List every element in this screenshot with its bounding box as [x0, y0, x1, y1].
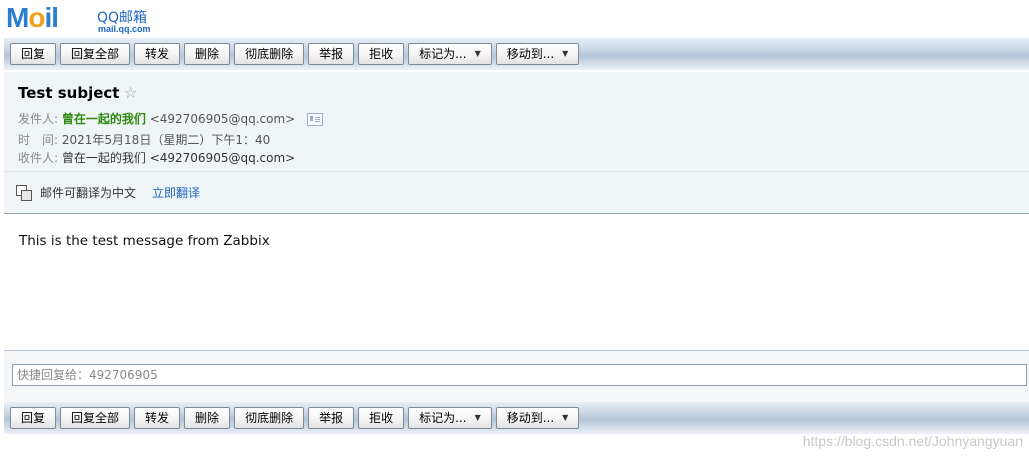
report-button[interactable]: 举报	[308, 407, 355, 429]
translate-text: 邮件可翻译为中文	[40, 186, 137, 200]
chevron-down-icon: ▼	[474, 413, 481, 422]
message-subject: Test subject ☆	[18, 83, 138, 102]
star-icon[interactable]: ☆	[123, 83, 137, 102]
reply-button[interactable]: 回复	[10, 407, 57, 429]
forward-button[interactable]: 转发	[134, 407, 181, 429]
move-to-dropdown[interactable]: 移动到... ▼	[495, 407, 580, 429]
logo-wordmark: Moil	[6, 2, 59, 33]
move-to-label: 移动到...	[506, 411, 555, 425]
chevron-down-icon: ▼	[562, 49, 569, 58]
reply-all-button[interactable]: 回复全部	[60, 43, 131, 65]
watermark-text: https://blog.csdn.net/Johnyangyuan	[802, 433, 1023, 449]
reply-button[interactable]: 回复	[10, 43, 57, 65]
quick-reply-input[interactable]: 快捷回复给：492706905	[12, 364, 1027, 386]
time-value: 2021年5月18日（星期二）下午1：40	[61, 133, 271, 147]
to-value: 曾在一起的我们 <492706905@qq.com>	[61, 151, 296, 165]
subject-text: Test subject	[18, 84, 120, 102]
mark-as-dropdown[interactable]: 标记为... ▼	[408, 43, 492, 65]
reject-button[interactable]: 拒收	[358, 43, 405, 65]
translate-icon	[16, 184, 32, 201]
mark-as-label: 标记为...	[419, 47, 467, 61]
chevron-down-icon: ▼	[474, 49, 481, 58]
logo-domain-text: mail.qq.com	[98, 24, 151, 34]
delete-button[interactable]: 删除	[184, 43, 231, 65]
translate-bar: 邮件可翻译为中文 立即翻译	[16, 184, 200, 201]
to-label: 收件人:	[18, 151, 59, 165]
forward-button[interactable]: 转发	[134, 43, 181, 65]
from-row: 发件人: 曾在一起的我们 <492706905@qq.com>	[18, 110, 324, 127]
bottom-toolbar: 回复 回复全部 转发 删除 彻底删除 举报 拒收 标记为... ▼ 移动到... ▼	[4, 402, 1029, 434]
delete-permanently-button[interactable]: 彻底删除	[234, 407, 305, 429]
translate-now-link[interactable]: 立即翻译	[152, 184, 200, 201]
chevron-down-icon: ▼	[562, 413, 569, 422]
mark-as-label: 标记为...	[419, 411, 467, 425]
move-to-label: 移动到...	[506, 47, 555, 61]
sender-address: <492706905@qq.com>	[149, 112, 296, 126]
contact-card-icon[interactable]	[307, 113, 324, 126]
time-label: 时 间:	[18, 133, 59, 147]
delete-permanently-button[interactable]: 彻底删除	[234, 43, 305, 65]
mark-as-dropdown[interactable]: 标记为... ▼	[408, 407, 492, 429]
move-to-dropdown[interactable]: 移动到... ▼	[495, 43, 580, 65]
top-toolbar: 回复 回复全部 转发 删除 彻底删除 举报 拒收 标记为... ▼ 移动到... ▼	[4, 38, 1029, 70]
to-row: 收件人: 曾在一起的我们 <492706905@qq.com>	[18, 149, 295, 166]
time-row: 时 间: 2021年5月18日（星期二）下午1：40	[18, 131, 270, 148]
sender-name[interactable]: 曾在一起的我们	[62, 112, 146, 126]
reject-button[interactable]: 拒收	[358, 407, 405, 429]
header-divider	[4, 171, 1029, 172]
from-label: 发件人:	[18, 112, 59, 126]
message-header: Test subject ☆ 发件人: 曾在一起的我们 <492706905@qq…	[4, 72, 1029, 214]
delete-button[interactable]: 删除	[184, 407, 231, 429]
qq-mail-logo[interactable]: Moil QQ邮箱 mail.qq.com	[6, 2, 156, 34]
message-body: This is the test message from Zabbix	[19, 233, 270, 249]
reply-all-button[interactable]: 回复全部	[60, 407, 131, 429]
report-button[interactable]: 举报	[308, 43, 355, 65]
